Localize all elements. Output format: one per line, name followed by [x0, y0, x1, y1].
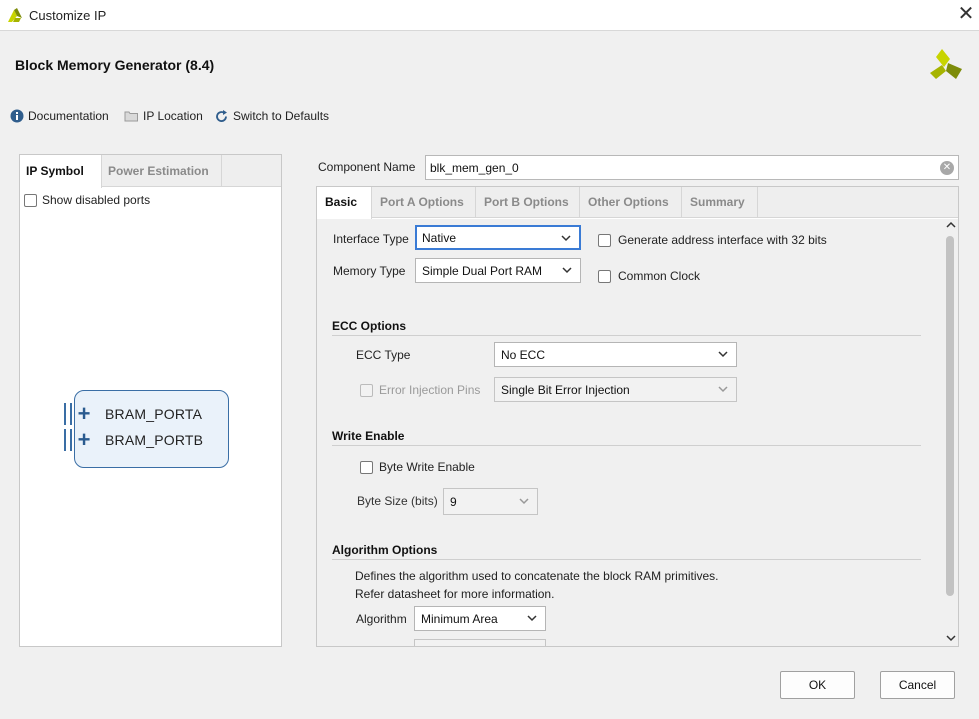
algorithm-options-title: Algorithm Options — [332, 543, 438, 557]
page-title: Block Memory Generator (8.4) — [15, 57, 215, 73]
folder-icon — [124, 110, 139, 122]
tab-port-a-options[interactable]: Port A Options — [372, 187, 476, 218]
byte-write-enable-label: Byte Write Enable — [379, 460, 475, 474]
window-title: Customize IP — [29, 8, 107, 23]
gen-address-interface-checkbox[interactable]: Generate address interface with 32 bits — [598, 233, 827, 247]
chevron-down-icon — [718, 351, 728, 358]
checkbox-box[interactable] — [360, 460, 373, 474]
vivado-logo-icon — [8, 8, 22, 22]
vertical-scrollbar[interactable] — [943, 219, 958, 646]
common-clock-checkbox[interactable]: Common Clock — [598, 269, 700, 283]
cancel-button[interactable]: Cancel — [880, 671, 955, 699]
checkbox-box[interactable] — [598, 269, 611, 283]
header: Block Memory Generator (8.4) — [0, 31, 979, 99]
info-icon — [10, 109, 24, 123]
byte-size-label: Byte Size (bits) — [357, 494, 438, 508]
scroll-down-icon[interactable] — [946, 634, 956, 642]
byte-size-select: 9 — [443, 488, 538, 515]
ecc-options-title: ECC Options — [332, 319, 406, 333]
interface-type-value: Native — [422, 230, 457, 245]
algorithm-value: Minimum Area — [421, 611, 498, 626]
chevron-down-icon — [718, 386, 728, 393]
ok-button[interactable]: OK — [780, 671, 855, 699]
component-name-label: Component Name — [318, 160, 416, 174]
documentation-button[interactable]: Documentation — [10, 107, 109, 125]
port-bus-icon — [64, 429, 72, 451]
checkbox-box[interactable] — [24, 193, 37, 207]
tab-power-estimation[interactable]: Power Estimation — [102, 155, 222, 187]
ip-location-button[interactable]: IP Location — [124, 107, 203, 125]
section-divider — [332, 335, 921, 336]
checkbox-box[interactable] — [598, 233, 611, 247]
port-label: BRAM_PORTA — [105, 406, 203, 422]
tab-basic[interactable]: Basic — [317, 187, 372, 219]
algorithm-label: Algorithm — [356, 612, 407, 626]
close-icon: ✕ — [957, 3, 975, 25]
tab-summary[interactable]: Summary — [682, 187, 758, 218]
tab-ip-symbol[interactable]: IP Symbol — [20, 155, 102, 188]
switch-to-defaults-button[interactable]: Switch to Defaults — [214, 107, 329, 125]
expand-plus-icon[interactable]: + — [75, 403, 93, 425]
options-panel: Basic Port A Options Port B Options Othe… — [316, 186, 959, 647]
partial-select-below — [414, 639, 546, 646]
ip-symbol-panel: IP Symbol Power Estimation Show disabled… — [19, 154, 282, 647]
xilinx-logo-icon — [930, 49, 962, 79]
clear-input-button[interactable]: ✕ — [940, 161, 954, 175]
left-tab-bar: IP Symbol Power Estimation — [20, 155, 281, 188]
chevron-down-icon — [519, 498, 529, 505]
section-divider — [332, 445, 921, 446]
chevron-down-icon — [527, 615, 537, 622]
ecc-type-value: No ECC — [501, 347, 546, 362]
common-clock-label: Common Clock — [618, 269, 701, 283]
show-disabled-ports-checkbox[interactable]: Show disabled ports — [24, 193, 150, 207]
memory-type-value: Simple Dual Port RAM — [422, 263, 543, 278]
component-name-field[interactable]: ✕ — [425, 155, 959, 180]
ecc-type-label: ECC Type — [356, 348, 411, 362]
title-bar: Customize IP ✕ — [0, 0, 979, 31]
algorithm-description: Defines the algorithm used to concatenat… — [355, 569, 719, 583]
ecc-type-select[interactable]: No ECC — [494, 342, 737, 367]
chevron-down-icon — [562, 267, 572, 274]
interface-type-select[interactable]: Native — [415, 225, 581, 250]
memory-type-select[interactable]: Simple Dual Port RAM — [415, 258, 581, 283]
port-bram-porta[interactable]: + BRAM_PORTA — [64, 403, 202, 425]
switch-to-defaults-label: Switch to Defaults — [233, 109, 330, 123]
documentation-label: Documentation — [28, 109, 109, 123]
show-disabled-ports-label: Show disabled ports — [42, 193, 151, 207]
write-enable-title: Write Enable — [332, 429, 405, 443]
chevron-down-icon — [561, 235, 571, 242]
interface-type-label: Interface Type — [333, 232, 409, 246]
error-injection-pins-checkbox: Error Injection Pins — [360, 383, 480, 397]
ip-location-label: IP Location — [143, 109, 203, 123]
tab-port-b-options[interactable]: Port B Options — [476, 187, 580, 218]
port-label: BRAM_PORTB — [105, 432, 204, 448]
basic-tab-content: Interface Type Native Memory Type Simple… — [317, 219, 958, 646]
component-name-input[interactable] — [426, 156, 926, 179]
gen-address-interface-label: Generate address interface with 32 bits — [618, 233, 827, 247]
error-injection-pins-label: Error Injection Pins — [379, 383, 481, 397]
memory-type-label: Memory Type — [333, 264, 406, 278]
expand-plus-icon[interactable]: + — [75, 429, 93, 451]
port-bram-portb[interactable]: + BRAM_PORTB — [64, 429, 203, 451]
scroll-thumb[interactable] — [946, 236, 954, 596]
byte-size-value: 9 — [450, 494, 457, 509]
byte-write-enable-checkbox[interactable]: Byte Write Enable — [360, 460, 475, 474]
close-window-button[interactable]: ✕ — [955, 3, 977, 25]
refresh-icon — [214, 109, 229, 124]
options-tab-bar: Basic Port A Options Port B Options Othe… — [317, 187, 958, 219]
tab-other-options[interactable]: Other Options — [580, 187, 682, 218]
scroll-up-icon[interactable] — [946, 221, 956, 229]
algorithm-reference: Refer datasheet for more information. — [355, 587, 555, 601]
checkbox-box — [360, 383, 373, 397]
error-injection-select: Single Bit Error Injection — [494, 377, 737, 402]
port-bus-icon — [64, 403, 72, 425]
algorithm-select[interactable]: Minimum Area — [414, 606, 546, 631]
error-injection-value: Single Bit Error Injection — [501, 382, 630, 397]
section-divider — [332, 559, 921, 560]
